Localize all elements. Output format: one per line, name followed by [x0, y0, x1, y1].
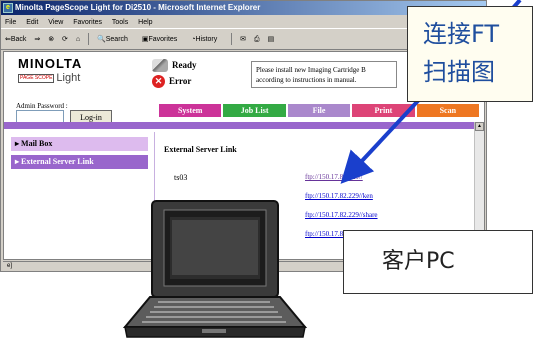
back-button[interactable]: ⇐Back — [5, 36, 26, 43]
ie-logo-icon: e — [3, 3, 13, 13]
printer-status: Ready ✕ Error — [152, 58, 197, 90]
callout-client-pc: 客户PC — [343, 230, 533, 294]
status-ready-row: Ready — [152, 58, 197, 74]
history-label: History — [195, 36, 218, 43]
admin-password-label: Admin Password : — [16, 102, 68, 110]
favorites-button[interactable]: ▣Favorites — [142, 36, 183, 43]
menu-favorites[interactable]: Favorites — [73, 19, 102, 26]
sidebar-item-mail-box[interactable]: ▸ Mail Box — [11, 137, 148, 151]
minolta-logo: MINOLTA — [18, 56, 83, 71]
main-tabs: System Job List File Print Scan — [159, 104, 481, 117]
tab-print[interactable]: Print — [352, 104, 415, 117]
error-icon: ✕ — [152, 75, 165, 89]
menu-file[interactable]: File — [5, 19, 16, 26]
page-title: External Server Link — [164, 145, 237, 154]
forward-button[interactable]: ⇒ — [34, 36, 40, 43]
favorites-label: Favorites — [148, 36, 178, 43]
ftp-link-share[interactable]: ftp://150.17.82.229//share — [305, 211, 378, 219]
toolbar-separator — [231, 33, 233, 46]
laptop-icon — [122, 200, 308, 338]
search-label: Search — [105, 36, 128, 43]
ie-page-icon: e] — [7, 263, 13, 269]
ftp-link-root[interactable]: ftp://150.17.82.229// — [305, 173, 363, 181]
callout-ftp-line2: 扫描图 — [423, 58, 495, 86]
ftp-link-ken[interactable]: ftp://150.17.82.229//ken — [305, 192, 373, 200]
status-ready-label: Ready — [172, 60, 197, 70]
sidebar-item-label: External Server Link — [21, 157, 94, 166]
brand-logo: MINOLTA PAGE SCOPE Light — [18, 56, 82, 84]
refresh-icon[interactable]: ⟳ — [62, 36, 68, 43]
callout-ftp-line1: 连接FT — [423, 20, 500, 48]
callout-ftp: 连接FT 扫描图 — [407, 6, 533, 102]
printer-icon — [152, 59, 168, 73]
pagescope-light-label: Light — [56, 72, 81, 84]
pagescope-logo: PAGE SCOPE Light — [18, 72, 82, 84]
home-icon[interactable]: ⌂ — [76, 36, 80, 43]
status-message: Please install new Imaging Cartridge B a… — [251, 61, 397, 88]
edit-icon[interactable]: ▤ — [268, 36, 275, 43]
search-button[interactable]: 🔍Search — [97, 36, 134, 43]
print-icon[interactable]: ⎙ — [254, 36, 260, 43]
scroll-up-icon[interactable]: ▲ — [475, 122, 484, 131]
tab-job-list[interactable]: Job List — [223, 104, 286, 117]
sidebar-item-label: Mail Box — [21, 139, 53, 148]
stop-icon[interactable]: ⊗ — [48, 36, 54, 43]
menu-help[interactable]: Help — [138, 19, 152, 26]
tab-scan[interactable]: Scan — [416, 104, 480, 117]
mail-icon[interactable]: ✉ — [240, 36, 246, 43]
sidebar: ▸ Mail Box ▸ External Server Link — [11, 137, 148, 173]
window-title: Minolta PageScope Light for Di2510 - Mic… — [15, 3, 261, 12]
status-error-label: Error — [169, 76, 192, 86]
pagescope-badge: PAGE SCOPE — [18, 73, 55, 83]
toolbar-separator — [88, 33, 90, 46]
status-error-row: ✕ Error — [152, 74, 197, 90]
tab-file[interactable]: File — [287, 104, 351, 117]
history-button[interactable]: ◔History — [191, 36, 223, 43]
menu-view[interactable]: View — [48, 19, 63, 26]
tab-system[interactable]: System — [159, 104, 222, 117]
menu-edit[interactable]: Edit — [26, 19, 38, 26]
header-divider — [4, 122, 474, 129]
menu-tools[interactable]: Tools — [112, 19, 128, 26]
server-name: ts03 — [174, 173, 188, 182]
sidebar-item-external-server-link[interactable]: ▸ External Server Link — [11, 155, 148, 169]
